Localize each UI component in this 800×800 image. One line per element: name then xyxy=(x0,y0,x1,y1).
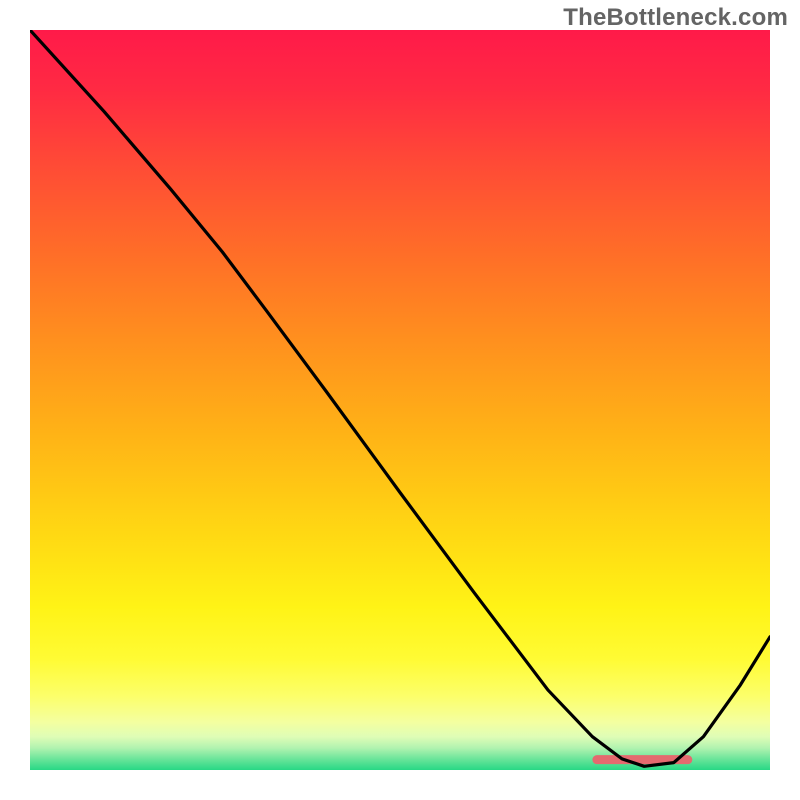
plot-svg xyxy=(30,30,770,770)
chart-frame: TheBottleneck.com xyxy=(0,0,800,800)
gradient-background xyxy=(30,30,770,770)
plot-area xyxy=(30,30,770,770)
watermark-text: TheBottleneck.com xyxy=(563,4,788,32)
